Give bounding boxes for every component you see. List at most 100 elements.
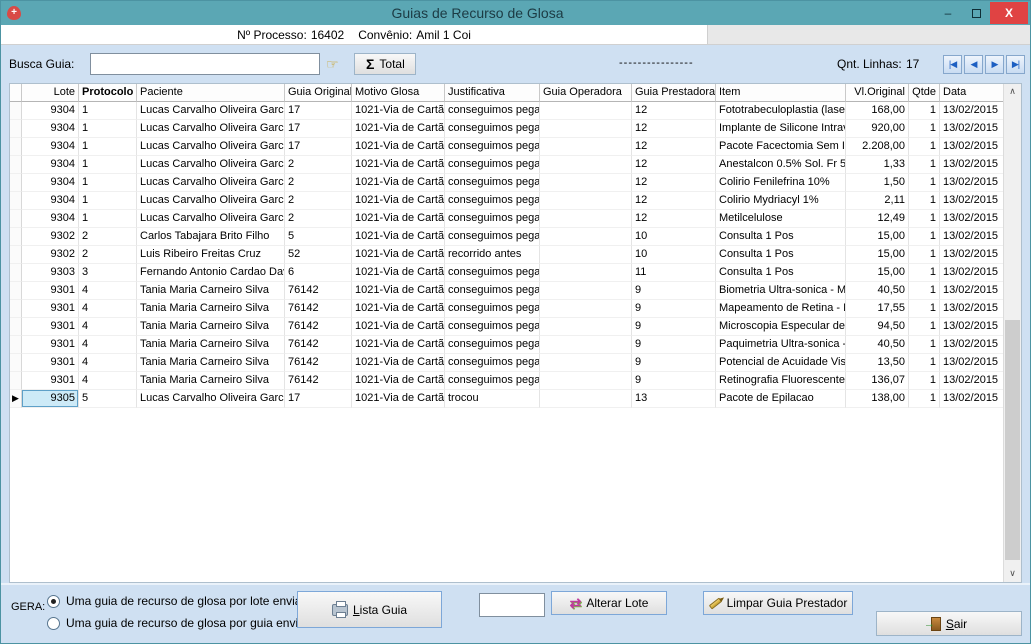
column-header-paciente[interactable]: Paciente [137, 84, 285, 102]
cell-protocolo[interactable]: 1 [79, 192, 137, 210]
cell-justificativa[interactable]: conseguimos pega [445, 228, 540, 246]
cell-justificativa[interactable]: conseguimos pega [445, 336, 540, 354]
cell-justificativa[interactable]: conseguimos pega [445, 156, 540, 174]
cell-item[interactable]: Potencial de Acuidade Visual [716, 354, 846, 372]
close-button[interactable]: X [990, 2, 1028, 24]
scroll-up-icon[interactable]: ∧ [1004, 84, 1021, 100]
table-row[interactable]: 93041Lucas Carvalho Oliveira Garcia17102… [10, 120, 1003, 138]
cell-motivo-glosa[interactable]: 1021-Via de Cartã [352, 210, 445, 228]
cell-paciente[interactable]: Lucas Carvalho Oliveira Garcia [137, 192, 285, 210]
cell-data[interactable]: 13/02/2015 [940, 138, 1003, 156]
cell-guia-operadora[interactable] [540, 372, 632, 390]
column-header-guia-original[interactable]: Guia Original [285, 84, 352, 102]
cell-data[interactable]: 13/02/2015 [940, 336, 1003, 354]
cell-justificativa[interactable]: conseguimos pega [445, 300, 540, 318]
cell-guia-original[interactable]: 2 [285, 174, 352, 192]
cell-qtde[interactable]: 1 [909, 300, 940, 318]
cell-item[interactable]: Colirio Mydriacyl 1% [716, 192, 846, 210]
cell-qtde[interactable]: 1 [909, 138, 940, 156]
cell-lote[interactable]: 9304 [22, 210, 79, 228]
cell-qtde[interactable]: 1 [909, 390, 940, 408]
cell-vl-original[interactable]: 40,50 [846, 336, 909, 354]
cell-guia-original[interactable]: 17 [285, 138, 352, 156]
column-header-item[interactable]: Item [716, 84, 846, 102]
cell-protocolo[interactable]: 1 [79, 102, 137, 120]
cell-guia-operadora[interactable] [540, 102, 632, 120]
cell-motivo-glosa[interactable]: 1021-Via de Cartã [352, 246, 445, 264]
cell-lote[interactable]: 9305 [22, 390, 79, 408]
nav-first-button[interactable]: |◀ [943, 55, 962, 74]
lote-input[interactable] [479, 593, 545, 617]
cell-lote[interactable]: 9303 [22, 264, 79, 282]
cell-guia-prestadora[interactable]: 9 [632, 354, 716, 372]
table-row[interactable]: 93022Carlos Tabajara Brito Filho51021-Vi… [10, 228, 1003, 246]
radio-unselected-icon[interactable] [47, 617, 60, 630]
cell-item[interactable]: Colirio Fenilefrina 10% [716, 174, 846, 192]
cell-guia-original[interactable]: 2 [285, 210, 352, 228]
cell-protocolo[interactable]: 4 [79, 372, 137, 390]
cell-qtde[interactable]: 1 [909, 318, 940, 336]
cell-qtde[interactable]: 1 [909, 336, 940, 354]
cell-justificativa[interactable]: trocou [445, 390, 540, 408]
cell-motivo-glosa[interactable]: 1021-Via de Cartã [352, 282, 445, 300]
cell-guia-prestadora[interactable]: 12 [632, 174, 716, 192]
cell-lote[interactable]: 9304 [22, 102, 79, 120]
cell-protocolo[interactable]: 1 [79, 138, 137, 156]
cell-item[interactable]: Consulta 1 Pos [716, 264, 846, 282]
table-row[interactable]: 93014Tania Maria Carneiro Silva761421021… [10, 282, 1003, 300]
cell-lote[interactable]: 9304 [22, 138, 79, 156]
cell-guia-original[interactable]: 52 [285, 246, 352, 264]
cell-lote[interactable]: 9301 [22, 300, 79, 318]
cell-paciente[interactable]: Tania Maria Carneiro Silva [137, 354, 285, 372]
cell-justificativa[interactable]: conseguimos pega [445, 354, 540, 372]
cell-vl-original[interactable]: 136,07 [846, 372, 909, 390]
busca-guia-input[interactable] [90, 53, 320, 75]
cell-guia-operadora[interactable] [540, 390, 632, 408]
cell-paciente[interactable]: Tania Maria Carneiro Silva [137, 300, 285, 318]
cell-vl-original[interactable]: 94,50 [846, 318, 909, 336]
cell-guia-prestadora[interactable]: 12 [632, 120, 716, 138]
table-row[interactable]: ▶93055Lucas Carvalho Oliveira Garcia1710… [10, 390, 1003, 408]
cell-lote[interactable]: 9301 [22, 282, 79, 300]
table-row[interactable]: 93014Tania Maria Carneiro Silva761421021… [10, 318, 1003, 336]
cell-paciente[interactable]: Lucas Carvalho Oliveira Garcia [137, 138, 285, 156]
hand-picker-icon[interactable]: ☞ [322, 53, 342, 75]
cell-lote[interactable]: 9304 [22, 174, 79, 192]
cell-vl-original[interactable]: 13,50 [846, 354, 909, 372]
radio-selected-icon[interactable] [47, 595, 60, 608]
cell-guia-prestadora[interactable]: 12 [632, 192, 716, 210]
cell-motivo-glosa[interactable]: 1021-Via de Cartã [352, 156, 445, 174]
cell-data[interactable]: 13/02/2015 [940, 354, 1003, 372]
cell-guia-original[interactable]: 76142 [285, 318, 352, 336]
cell-qtde[interactable]: 1 [909, 282, 940, 300]
cell-data[interactable]: 13/02/2015 [940, 300, 1003, 318]
cell-vl-original[interactable]: 12,49 [846, 210, 909, 228]
cell-item[interactable]: Mapeamento de Retina - Mon [716, 300, 846, 318]
cell-protocolo[interactable]: 5 [79, 390, 137, 408]
cell-guia-operadora[interactable] [540, 246, 632, 264]
cell-paciente[interactable]: Fernando Antonio Cardao Davi [137, 264, 285, 282]
cell-protocolo[interactable]: 4 [79, 318, 137, 336]
cell-protocolo[interactable]: 1 [79, 174, 137, 192]
cell-guia-operadora[interactable] [540, 264, 632, 282]
cell-protocolo[interactable]: 1 [79, 210, 137, 228]
cell-paciente[interactable]: Lucas Carvalho Oliveira Garcia [137, 156, 285, 174]
cell-guia-prestadora[interactable]: 12 [632, 102, 716, 120]
limpar-guia-prestador-button[interactable]: Limpar Guia Prestador [703, 591, 853, 615]
cell-paciente[interactable]: Lucas Carvalho Oliveira Garcia [137, 174, 285, 192]
table-row[interactable]: 93014Tania Maria Carneiro Silva761421021… [10, 354, 1003, 372]
cell-guia-original[interactable]: 2 [285, 156, 352, 174]
cell-lote[interactable]: 9301 [22, 336, 79, 354]
cell-item[interactable]: Pacote de Epilacao [716, 390, 846, 408]
cell-guia-operadora[interactable] [540, 210, 632, 228]
cell-motivo-glosa[interactable]: 1021-Via de Cartã [352, 318, 445, 336]
cell-qtde[interactable]: 1 [909, 210, 940, 228]
scroll-down-icon[interactable]: ∨ [1004, 566, 1021, 582]
cell-item[interactable]: Consulta 1 Pos [716, 228, 846, 246]
cell-guia-original[interactable]: 17 [285, 390, 352, 408]
cell-protocolo[interactable]: 4 [79, 336, 137, 354]
cell-vl-original[interactable]: 920,00 [846, 120, 909, 138]
radio-por-guia[interactable]: Uma guia de recurso de glosa por guia en… [47, 616, 318, 630]
cell-item[interactable]: Metilcelulose [716, 210, 846, 228]
table-row[interactable]: 93041Lucas Carvalho Oliveira Garcia17102… [10, 138, 1003, 156]
